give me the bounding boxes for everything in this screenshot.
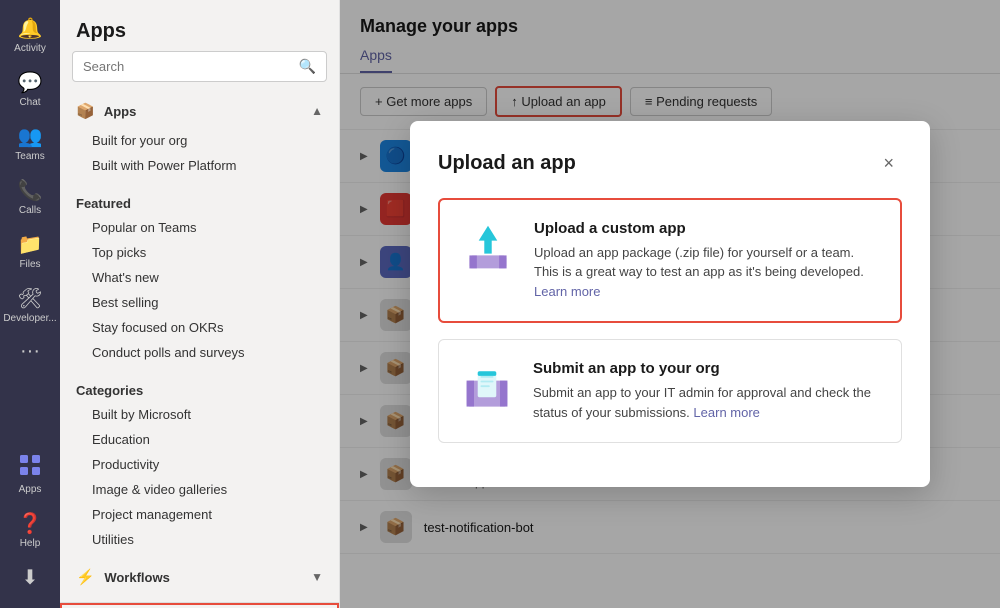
modal-header: Upload an app × <box>438 149 902 178</box>
sidebar-item-polls[interactable]: Conduct polls and surveys <box>60 340 339 365</box>
left-rail: 🔔 Activity 💬 Chat 👥 Teams 📞 Calls 📁 File… <box>0 0 60 608</box>
upload-app-modal: Upload an app × <box>410 121 930 488</box>
upload-custom-desc: Upload an app package (.zip file) for yo… <box>534 243 880 302</box>
search-icon: 🔍 <box>299 58 316 75</box>
submit-org-learn-more[interactable]: Learn more <box>693 405 759 420</box>
rail-item-download[interactable]: ⬇ <box>14 557 47 600</box>
submit-org-content: Submit an app to your org Submit an app … <box>533 360 881 422</box>
workflows-label: Workflows <box>104 570 170 585</box>
sidebar-item-project-mgmt[interactable]: Project management <box>60 502 339 527</box>
help-icon: ❓ <box>18 511 43 536</box>
sidebar: Apps 🔍 📦 Apps ▲ Built for your org Built… <box>60 0 340 608</box>
apps-icon <box>19 454 41 482</box>
workflows-chevron: ▼ <box>311 570 323 584</box>
rail-item-label: Apps <box>19 484 42 495</box>
chat-icon: 💬 <box>18 70 43 95</box>
rail-item-files[interactable]: 📁 Files <box>0 224 60 278</box>
calls-icon: 📞 <box>18 178 43 203</box>
rail-item-chat[interactable]: 💬 Chat <box>0 62 60 116</box>
apps-section-icon: 📦 <box>76 103 95 120</box>
sidebar-item-utilities[interactable]: Utilities <box>60 527 339 552</box>
categories-title: Categories <box>60 373 339 402</box>
apps-section: 📦 Apps ▲ Built for your org Built with P… <box>60 94 339 186</box>
apps-section-chevron: ▲ <box>311 104 323 118</box>
rail-item-apps[interactable]: Apps <box>14 446 47 503</box>
rail-item-activity[interactable]: 🔔 Activity <box>0 8 60 62</box>
workflows-section: ⚡ Workflows ▼ <box>60 560 339 602</box>
sidebar-bottom: ⊞ Manage your apps <box>60 602 339 608</box>
submit-org-desc: Submit an app to your IT admin for appro… <box>533 383 881 422</box>
featured-title: Featured <box>60 186 339 215</box>
sidebar-item-popular-on-teams[interactable]: Popular on Teams <box>60 215 339 240</box>
sidebar-item-built-with-power[interactable]: Built with Power Platform <box>60 153 339 178</box>
teams-icon: 👥 <box>18 124 43 149</box>
rail-item-label: Help <box>20 538 41 549</box>
workflows-header[interactable]: ⚡ Workflows ▼ <box>60 560 339 594</box>
upload-custom-learn-more[interactable]: Learn more <box>534 284 600 299</box>
modal-overlay[interactable]: Upload an app × <box>340 0 1000 608</box>
upload-custom-app-content: Upload a custom app Upload an app packag… <box>534 220 880 302</box>
rail-item-label: Teams <box>15 151 44 162</box>
submit-org-icon <box>461 362 513 414</box>
rail-item-label: Activity <box>14 43 46 54</box>
activity-icon: 🔔 <box>18 16 43 41</box>
upload-custom-title: Upload a custom app <box>534 220 880 237</box>
more-icon: ··· <box>20 340 40 363</box>
sidebar-item-education[interactable]: Education <box>60 427 339 452</box>
manage-apps-button[interactable]: ⊞ Manage your apps <box>60 603 339 608</box>
rail-item-label: Files <box>19 259 40 270</box>
search-input[interactable] <box>83 59 299 74</box>
sidebar-item-best-selling[interactable]: Best selling <box>60 290 339 315</box>
download-icon: ⬇ <box>22 565 39 590</box>
sidebar-item-image-video[interactable]: Image & video galleries <box>60 477 339 502</box>
rail-item-label: Calls <box>19 205 41 216</box>
files-icon: 📁 <box>18 232 43 257</box>
submit-org-title: Submit an app to your org <box>533 360 881 377</box>
featured-section: Featured Popular on Teams Top picks What… <box>60 186 339 373</box>
categories-section: Categories Built by Microsoft Education … <box>60 373 339 560</box>
main-content: Manage your apps Apps + Get more apps ↑ … <box>340 0 1000 608</box>
rail-item-label: Chat <box>19 97 40 108</box>
modal-title: Upload an app <box>438 152 576 175</box>
apps-section-label: Apps <box>104 104 137 119</box>
upload-custom-icon <box>462 222 514 274</box>
sidebar-item-top-picks[interactable]: Top picks <box>60 240 339 265</box>
sidebar-item-whats-new[interactable]: What's new <box>60 265 339 290</box>
modal-close-button[interactable]: × <box>875 149 902 178</box>
apps-section-header[interactable]: 📦 Apps ▲ <box>60 94 339 128</box>
submit-org-card[interactable]: Submit an app to your org Submit an app … <box>438 339 902 443</box>
submit-org-icon-container <box>459 360 515 416</box>
sidebar-item-built-by-microsoft[interactable]: Built by Microsoft <box>60 402 339 427</box>
rail-item-teams[interactable]: 👥 Teams <box>0 116 60 170</box>
rail-item-developer[interactable]: 🛠 Developer... <box>0 278 60 332</box>
rail-item-more[interactable]: ··· <box>0 332 60 373</box>
search-bar[interactable]: 🔍 <box>72 51 327 82</box>
sidebar-title: Apps <box>60 0 339 51</box>
rail-item-help[interactable]: ❓ Help <box>14 503 47 557</box>
workflows-icon: ⚡ <box>76 569 95 586</box>
sidebar-item-stay-focused[interactable]: Stay focused on OKRs <box>60 315 339 340</box>
sidebar-item-productivity[interactable]: Productivity <box>60 452 339 477</box>
upload-custom-icon-container <box>460 220 516 276</box>
upload-custom-app-card[interactable]: Upload a custom app Upload an app packag… <box>438 198 902 324</box>
rail-item-calls[interactable]: 📞 Calls <box>0 170 60 224</box>
sidebar-item-built-for-org[interactable]: Built for your org <box>60 128 339 153</box>
developer-icon: 🛠 <box>17 286 42 311</box>
rail-item-label: Developer... <box>3 313 56 324</box>
